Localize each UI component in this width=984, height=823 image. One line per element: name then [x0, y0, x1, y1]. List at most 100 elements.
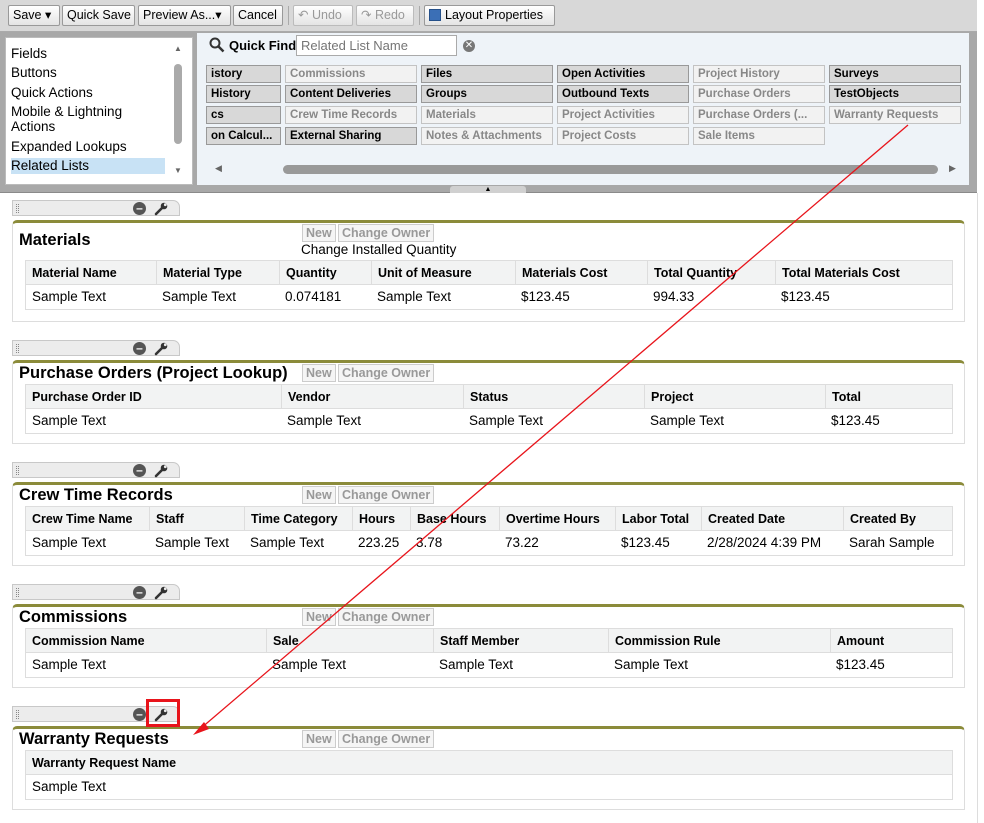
column-header: Amount — [830, 629, 884, 653]
section-handle[interactable]: – — [12, 584, 180, 600]
new-button[interactable]: New — [302, 364, 336, 382]
quick-save-button[interactable]: Quick Save — [62, 5, 135, 26]
table-header: Commission Name Sale Staff Member Commis… — [26, 629, 952, 653]
palette-item[interactable]: Open Activities — [557, 65, 689, 83]
palette-item[interactable]: Crew Time Records — [285, 106, 417, 124]
scroll-right-icon[interactable]: ▶ — [949, 163, 956, 174]
layout-properties-button[interactable]: Layout Properties — [424, 5, 555, 26]
remove-icon[interactable]: – — [133, 586, 146, 599]
category-mobile-lightning[interactable]: Mobile & Lightning — [11, 104, 122, 120]
drag-grip-icon[interactable] — [16, 710, 19, 719]
related-list-box: Warranty Requests New Change Owner Warra… — [12, 726, 965, 810]
category-buttons[interactable]: Buttons — [11, 65, 57, 81]
table-cell: Sample Text — [377, 289, 452, 304]
palette-item[interactable]: cs — [206, 106, 281, 124]
category-related-lists[interactable]: Related Lists — [11, 158, 165, 174]
collapse-palette-icon[interactable]: ▲ — [450, 186, 526, 193]
table-cell: $123.45 — [621, 535, 670, 550]
table-cell: $123.45 — [836, 657, 885, 672]
cancel-button[interactable]: Cancel — [233, 5, 283, 26]
palette-item[interactable]: Content Deliveries — [285, 85, 417, 103]
change-owner-button[interactable]: Change Owner — [338, 486, 435, 504]
palette-item[interactable]: Project Activities — [557, 106, 689, 124]
palette-item[interactable]: Project History — [693, 65, 825, 83]
scroll-down-icon[interactable]: ▼ — [174, 166, 182, 175]
palette-item[interactable]: on Calcul... — [206, 127, 281, 145]
drag-grip-icon[interactable] — [16, 466, 19, 475]
palette-item[interactable]: Outbound Texts — [557, 85, 689, 103]
table-cell: Sample Text — [250, 535, 325, 550]
related-list-commissions: – Commissions New Change Owner Commissio… — [12, 584, 965, 688]
palette-item[interactable]: Sale Items — [693, 127, 825, 145]
related-list-materials: – Materials New Change Owner Change Inst… — [12, 200, 965, 322]
palette-item[interactable]: TestObjects — [829, 85, 961, 103]
remove-icon[interactable]: – — [133, 708, 146, 721]
save-label: Save — [13, 8, 42, 22]
change-owner-button[interactable]: Change Owner — [338, 608, 435, 626]
section-handle[interactable]: – — [12, 200, 180, 216]
wrench-icon[interactable] — [153, 586, 169, 600]
new-button[interactable]: New — [302, 730, 336, 748]
new-button[interactable]: New — [302, 608, 336, 626]
remove-icon[interactable]: – — [133, 464, 146, 477]
palette-item[interactable]: History — [206, 85, 281, 103]
drag-grip-icon[interactable] — [16, 344, 19, 353]
category-mobile-lightning-actions[interactable]: Actions — [11, 119, 55, 135]
remove-icon[interactable]: – — [133, 342, 146, 355]
scroll-thumb[interactable] — [174, 64, 182, 144]
category-quick-actions[interactable]: Quick Actions — [11, 85, 93, 101]
column-header: Total Quantity — [647, 261, 737, 285]
new-button[interactable]: New — [302, 224, 336, 242]
drag-grip-icon[interactable] — [16, 588, 19, 597]
chevron-down-icon[interactable]: ▾ — [45, 8, 51, 22]
palette-item[interactable]: Purchase Orders — [693, 85, 825, 103]
change-owner-button[interactable]: Change Owner — [338, 730, 435, 748]
change-owner-button[interactable]: Change Owner — [338, 364, 435, 382]
palette-item[interactable]: istory — [206, 65, 281, 83]
section-handle[interactable]: – — [12, 462, 180, 478]
section-title: Crew Time Records — [19, 486, 173, 504]
category-scrollbar[interactable]: ▲ ▼ — [174, 44, 183, 179]
preview-as-label: Preview As... — [143, 8, 216, 22]
category-fields[interactable]: Fields — [11, 46, 47, 62]
drag-grip-icon[interactable] — [16, 204, 19, 213]
redo-label: Redo — [374, 8, 405, 22]
wrench-icon[interactable] — [153, 464, 169, 478]
section-handle[interactable]: – — [12, 340, 180, 356]
palette-item[interactable]: Materials — [421, 106, 553, 124]
redo-button[interactable]: ↷ Redo — [356, 5, 414, 26]
table-cell: $123.45 — [521, 289, 570, 304]
wrench-icon[interactable] — [153, 342, 169, 356]
quick-find-input[interactable] — [296, 35, 457, 56]
change-owner-button[interactable]: Change Owner — [338, 224, 435, 242]
save-button[interactable]: Save ▾ — [8, 5, 60, 26]
palette-item[interactable]: Groups — [421, 85, 553, 103]
preview-as-button[interactable]: Preview As...▾ — [138, 5, 231, 26]
column-header: Time Category — [244, 507, 338, 531]
wrench-icon[interactable] — [153, 202, 169, 216]
palette-item[interactable]: Purchase Orders (... — [693, 106, 825, 124]
palette-item[interactable]: Warranty Requests — [829, 106, 961, 124]
palette-item[interactable]: External Sharing — [285, 127, 417, 145]
clear-search-icon[interactable]: ✕ — [463, 40, 475, 52]
scroll-left-icon[interactable]: ◀ — [215, 163, 222, 174]
quick-find-label: Quick Find — [229, 38, 297, 53]
change-installed-quantity-button[interactable]: Change Installed Quantity — [301, 242, 456, 257]
undo-button[interactable]: ↶ Undo — [293, 5, 353, 26]
palette-item[interactable]: Commissions — [285, 65, 417, 83]
palette-item[interactable]: Surveys — [829, 65, 961, 83]
palette-item[interactable]: Files — [421, 65, 553, 83]
palette-item[interactable]: Project Costs — [557, 127, 689, 145]
scroll-up-icon[interactable]: ▲ — [174, 44, 182, 53]
table-cell: Sample Text — [32, 657, 107, 672]
undo-label: Undo — [311, 8, 342, 22]
remove-icon[interactable]: – — [133, 202, 146, 215]
page-divider — [977, 193, 978, 823]
horizontal-scroll-thumb[interactable] — [283, 165, 938, 174]
column-header: Created Date — [701, 507, 785, 531]
palette-item[interactable]: Notes & Attachments — [421, 127, 553, 145]
category-expanded-lookups[interactable]: Expanded Lookups — [11, 139, 127, 155]
new-button[interactable]: New — [302, 486, 336, 504]
related-list-table: Warranty Request Name Sample Text — [25, 750, 953, 800]
table-cell: 73.22 — [505, 535, 539, 550]
